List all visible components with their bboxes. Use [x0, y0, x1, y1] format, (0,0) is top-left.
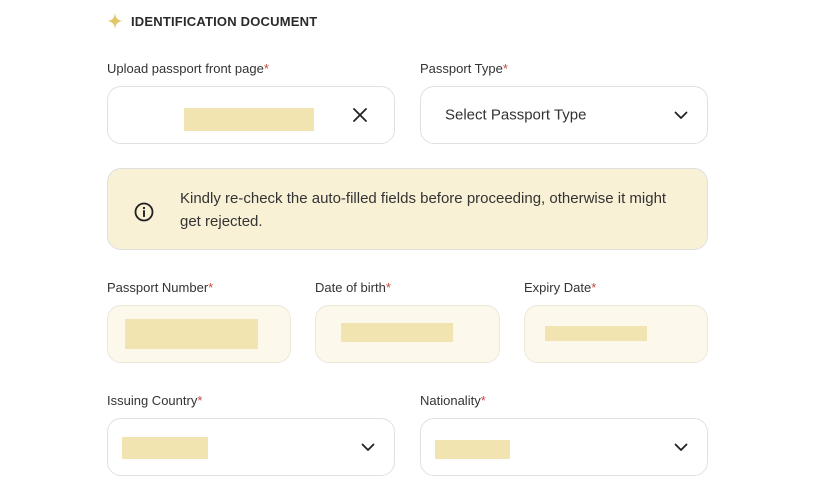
required-mark: *	[208, 280, 214, 295]
close-icon[interactable]	[352, 107, 368, 123]
required-mark: *	[591, 280, 597, 295]
nationality-select[interactable]	[420, 418, 708, 476]
notice-text: Kindly re-check the auto-filled fields b…	[180, 190, 667, 230]
section-header: IDENTIFICATION DOCUMENT	[107, 11, 317, 31]
nationality-label: Nationality*	[420, 393, 486, 408]
date-of-birth-value-redacted	[341, 323, 453, 342]
required-mark: *	[385, 280, 391, 295]
passport-type-select[interactable]: Select Passport Type	[420, 86, 708, 144]
upload-passport-label: Upload passport front page*	[107, 61, 269, 76]
chevron-down-icon	[674, 111, 688, 119]
passport-number-value-redacted	[125, 319, 258, 349]
upload-passport-field[interactable]	[107, 86, 395, 144]
nationality-value-redacted	[435, 440, 510, 459]
chevron-down-icon	[674, 443, 688, 451]
passport-number-field[interactable]	[107, 305, 291, 363]
info-icon	[134, 202, 154, 222]
passport-type-placeholder: Select Passport Type	[445, 106, 587, 124]
issuing-country-select[interactable]	[107, 418, 395, 476]
sparkle-icon	[107, 13, 123, 29]
passport-type-label: Passport Type*	[420, 61, 508, 76]
issuing-country-value-redacted	[122, 437, 208, 459]
required-mark: *	[197, 393, 203, 408]
date-of-birth-label: Date of birth*	[315, 280, 391, 295]
required-mark: *	[263, 61, 269, 76]
section-title: IDENTIFICATION DOCUMENT	[131, 13, 318, 29]
uploaded-file-name-redacted	[184, 108, 314, 131]
passport-number-label: Passport Number*	[107, 280, 214, 295]
required-mark: *	[502, 61, 508, 76]
date-of-birth-field[interactable]	[315, 305, 500, 363]
expiry-date-field[interactable]	[524, 305, 708, 363]
expiry-date-label: Expiry Date*	[524, 280, 597, 295]
autofill-notice: Kindly re-check the auto-filled fields b…	[107, 168, 708, 250]
required-mark: *	[480, 393, 486, 408]
chevron-down-icon	[361, 443, 375, 451]
issuing-country-label: Issuing Country*	[107, 393, 203, 408]
expiry-date-value-redacted	[545, 326, 647, 341]
